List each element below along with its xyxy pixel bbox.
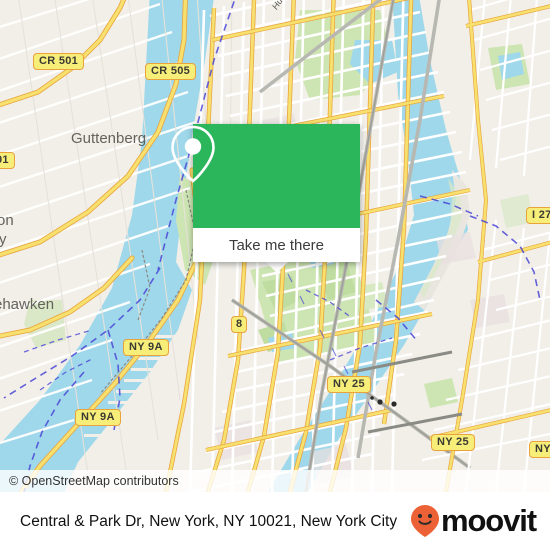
moovit-wordmark: moovit <box>440 503 537 538</box>
road-shield-cr-501: CR 501 <box>33 53 85 70</box>
page-footer: Central & Park Dr, New York, NY 10021, N… <box>0 492 550 550</box>
road-shield-ny-clipped: NY <box>529 441 550 458</box>
moovit-pin-icon <box>410 505 439 537</box>
take-me-there-label: Take me there <box>228 236 325 254</box>
place-label-weehawken-clipped: ehawken <box>0 296 55 313</box>
road-shield-cr-505: CR 505 <box>145 63 197 80</box>
place-label-union-city-clipped-1: on <box>0 212 14 229</box>
location-popup-card[interactable]: Take me there <box>171 124 360 262</box>
osm-attribution-text[interactable]: © OpenStreetMap contributors <box>0 474 179 488</box>
moovit-logo[interactable]: moovit <box>410 503 550 539</box>
take-me-there-button[interactable]: Take me there <box>193 228 360 262</box>
address-line-2: City <box>370 512 398 530</box>
map-pin-icon <box>171 125 215 183</box>
road-shield-i-278-clipped: I 27 <box>526 207 550 224</box>
place-label-guttenberg: Guttenberg <box>71 130 147 147</box>
moovit-map-screenshot: CR 501 CR 505 01 8 NY 9A NY 9A NY 25 NY … <box>0 0 550 550</box>
road-shield-ny-25-lower: NY 25 <box>431 434 475 451</box>
road-shield-8: 8 <box>231 316 248 333</box>
road-shield-ny-9a-lower: NY 9A <box>75 409 121 426</box>
popup-card-header <box>171 124 360 228</box>
road-shield-ny-9a-upper: NY 9A <box>123 339 169 356</box>
road-shield-ny-25-upper: NY 25 <box>327 376 371 393</box>
map-canvas[interactable]: CR 501 CR 505 01 8 NY 9A NY 9A NY 25 NY … <box>0 0 550 492</box>
address-line-1: Central & Park Dr, New York, NY 10021, N… <box>20 512 367 530</box>
place-label-union-city-clipped-2: y <box>0 231 7 248</box>
road-shield-cr-501-clipped: 01 <box>0 152 15 169</box>
address-text: Central & Park Dr, New York, NY 10021, N… <box>0 511 410 532</box>
map-attribution-bar: © OpenStreetMap contributors <box>0 470 550 492</box>
